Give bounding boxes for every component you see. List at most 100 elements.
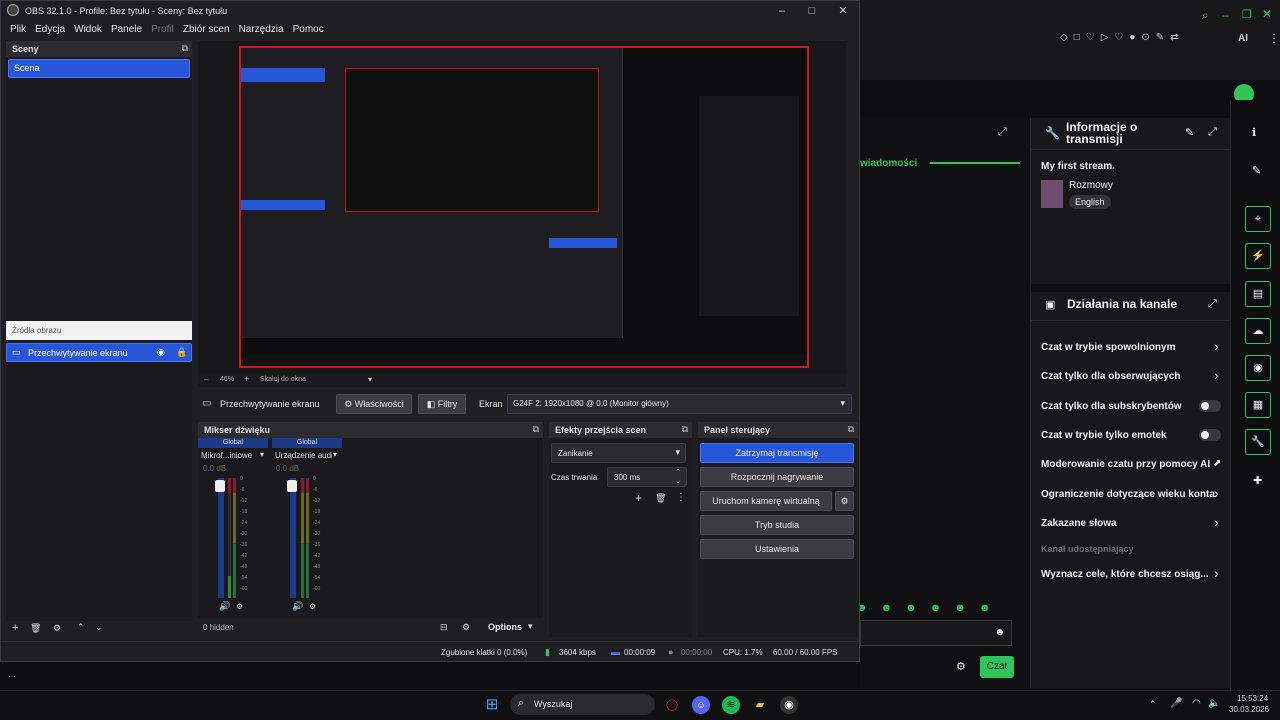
mic-icon[interactable]: 🎤	[1170, 698, 1182, 709]
minimize-icon[interactable]: –	[1222, 8, 1229, 22]
speaker-icon[interactable]: 🔊	[292, 601, 303, 612]
toolbar-icons[interactable]: ◇□♡▷♡●⊙✎⇄	[1060, 32, 1185, 43]
tray-chevron-icon[interactable]: ⌃	[1149, 699, 1157, 710]
plus-icon[interactable]: ✚	[1253, 474, 1262, 487]
menu-view[interactable]: Widok	[74, 21, 102, 39]
channel-name[interactable]: Mikrof...iniowe	[201, 451, 252, 460]
menu-edit[interactable]: Edycja	[35, 21, 65, 39]
menu-file[interactable]: Plik	[10, 21, 26, 39]
external-link-icon[interactable]: ⬈	[1213, 458, 1221, 469]
volume-slider-handle[interactable]	[287, 480, 297, 492]
manager-button[interactable]: ▦	[1245, 392, 1271, 418]
windows-start-icon[interactable]: ⊞	[483, 696, 501, 714]
chevron-right-icon[interactable]: ›	[1214, 338, 1219, 354]
menu-scene-collection[interactable]: Zbiór scen	[183, 21, 230, 39]
popout-icon[interactable]: ⤢	[1208, 298, 1217, 311]
scene-item[interactable]: Scena	[8, 59, 190, 78]
screen-select[interactable]: G24F 2: 1920x1080 @ 0,0 (Monitor główny)…	[507, 394, 852, 414]
stop-stream-button[interactable]: Zatrzymaj transmisję	[700, 443, 854, 463]
edit-icon[interactable]: ✎	[1252, 164, 1261, 177]
settings-button[interactable]: Ustawienia	[700, 539, 854, 559]
ai-moderation-label[interactable]: Moderowanie czatu przy pomocy AI	[1041, 459, 1210, 470]
emote-only-toggle[interactable]	[1199, 429, 1221, 441]
clock-time[interactable]: 15:53:24	[1237, 694, 1268, 703]
undock-icon[interactable]: ⧉	[682, 424, 688, 435]
undock-icon[interactable]: ⧉	[182, 43, 188, 54]
more-icon[interactable]: ⋮	[1268, 31, 1280, 45]
volume-slider[interactable]	[218, 478, 224, 598]
trash-icon[interactable]: 🗑	[30, 623, 41, 634]
slow-mode-label[interactable]: Czat w trybie spowolnionym	[1041, 342, 1175, 353]
account-age-label[interactable]: Ograniczenie dotyczące wieku konta	[1041, 489, 1215, 500]
volume-icon[interactable]: 🔈	[1208, 698, 1220, 709]
search-icon[interactable]: ⌕	[1202, 8, 1209, 23]
notes-button[interactable]: ▤	[1245, 281, 1271, 307]
info-icon[interactable]: ℹ	[1252, 126, 1256, 139]
volume-slider-handle[interactable]	[215, 480, 225, 492]
chevron-down-icon[interactable]: ▾	[528, 621, 533, 632]
spin-down-icon[interactable]: ⌄	[675, 477, 681, 485]
gear-icon[interactable]: ⚙	[956, 660, 966, 673]
broadcast-button[interactable]: ◉	[1245, 355, 1271, 381]
menu-docks[interactable]: Panele	[111, 21, 142, 39]
virtual-camera-settings-button[interactable]: ⚙	[835, 491, 854, 511]
gear-icon[interactable]: ⚙	[462, 622, 470, 633]
chat-button[interactable]: Czat	[980, 656, 1014, 678]
spotify-icon[interactable]: ≋	[722, 696, 740, 714]
popout-icon[interactable]: ⤢	[1208, 126, 1217, 139]
chevron-right-icon[interactable]: ›	[1214, 565, 1219, 581]
goals-label[interactable]: Wyznacz cele, które chcesz osiąg...	[1041, 569, 1209, 580]
banned-words-label[interactable]: Zakazane słowa	[1041, 518, 1117, 529]
eye-icon[interactable]: ◉	[157, 347, 165, 358]
options-button[interactable]: Options	[488, 622, 522, 632]
speaker-icon[interactable]: 🔊	[219, 601, 230, 612]
clip-button[interactable]: ⌖	[1245, 206, 1271, 232]
volume-slider[interactable]	[290, 478, 296, 598]
followers-only-label[interactable]: Czat tylko dla obserwujących	[1041, 371, 1181, 382]
lock-icon[interactable]: 🔒	[176, 347, 187, 358]
menu-help[interactable]: Pomoc	[293, 21, 324, 39]
zoom-in-icon[interactable]: +	[244, 374, 249, 384]
channel-name[interactable]: Urządzenie audio	[275, 451, 332, 460]
menu-profile[interactable]: Profil	[151, 21, 174, 39]
properties-button[interactable]: ⚙ Właściwości	[336, 394, 412, 414]
obs-taskbar-icon[interactable]: ◉	[780, 696, 798, 714]
arrow-up-icon[interactable]: ⌃	[77, 622, 85, 633]
chevron-down-icon[interactable]: ▾	[260, 450, 264, 459]
zoom-out-icon[interactable]: –	[204, 375, 208, 384]
gear-icon[interactable]: ⚙	[53, 623, 61, 634]
gear-icon[interactable]: ⚙	[236, 602, 243, 611]
emote-picker-icon[interactable]: ☻	[994, 627, 1005, 638]
layout-icon[interactable]: ⊟	[440, 622, 448, 633]
more-icon[interactable]: ⋮	[676, 492, 686, 503]
emote-row[interactable]: ☻☻☻☻☻☻	[856, 602, 1003, 614]
source-item[interactable]: ▭ Przechwytywanie ekranu ◉ 🔒	[6, 343, 192, 362]
maximize-icon[interactable]: □	[804, 3, 820, 19]
add-icon[interactable]: +	[635, 491, 642, 505]
menu-tools[interactable]: Narzędzia	[239, 21, 284, 39]
category-name[interactable]: Rozmowy	[1069, 180, 1113, 191]
studio-mode-button[interactable]: Tryb studia	[700, 515, 854, 535]
subscribers-only-toggle[interactable]	[1199, 400, 1221, 412]
close-icon[interactable]: ✕	[1262, 7, 1272, 21]
clock-date[interactable]: 30.03.2026	[1229, 705, 1269, 714]
popout-icon[interactable]: ⤢	[998, 126, 1007, 139]
arrow-down-icon[interactable]: ⌄	[95, 622, 103, 633]
boost-button[interactable]: ⚡	[1245, 243, 1271, 269]
more-icon[interactable]: ⋯	[8, 672, 16, 681]
transition-select[interactable]: Zanikanie ▾	[551, 443, 686, 463]
discord-icon[interactable]: ☺	[692, 696, 710, 714]
gear-icon[interactable]: ⚙	[309, 602, 316, 611]
chat-input[interactable]: ☻	[860, 620, 1012, 646]
trash-icon[interactable]: 🗑	[655, 493, 666, 504]
tag-badge[interactable]: English	[1069, 195, 1111, 209]
undock-icon[interactable]: ⧉	[848, 424, 854, 435]
undock-icon[interactable]: ⧉	[533, 424, 539, 435]
add-icon[interactable]: +	[12, 622, 18, 634]
taskbar-search[interactable]: ⌕ Wyszukaj	[510, 694, 655, 715]
fit-label[interactable]: Skaluj do okna	[260, 376, 306, 383]
minimize-icon[interactable]: –	[774, 3, 790, 19]
chevron-right-icon[interactable]: ›	[1214, 367, 1219, 383]
chevron-down-icon[interactable]: ▾	[368, 375, 372, 384]
chat-button-side[interactable]: ☁	[1245, 318, 1271, 344]
